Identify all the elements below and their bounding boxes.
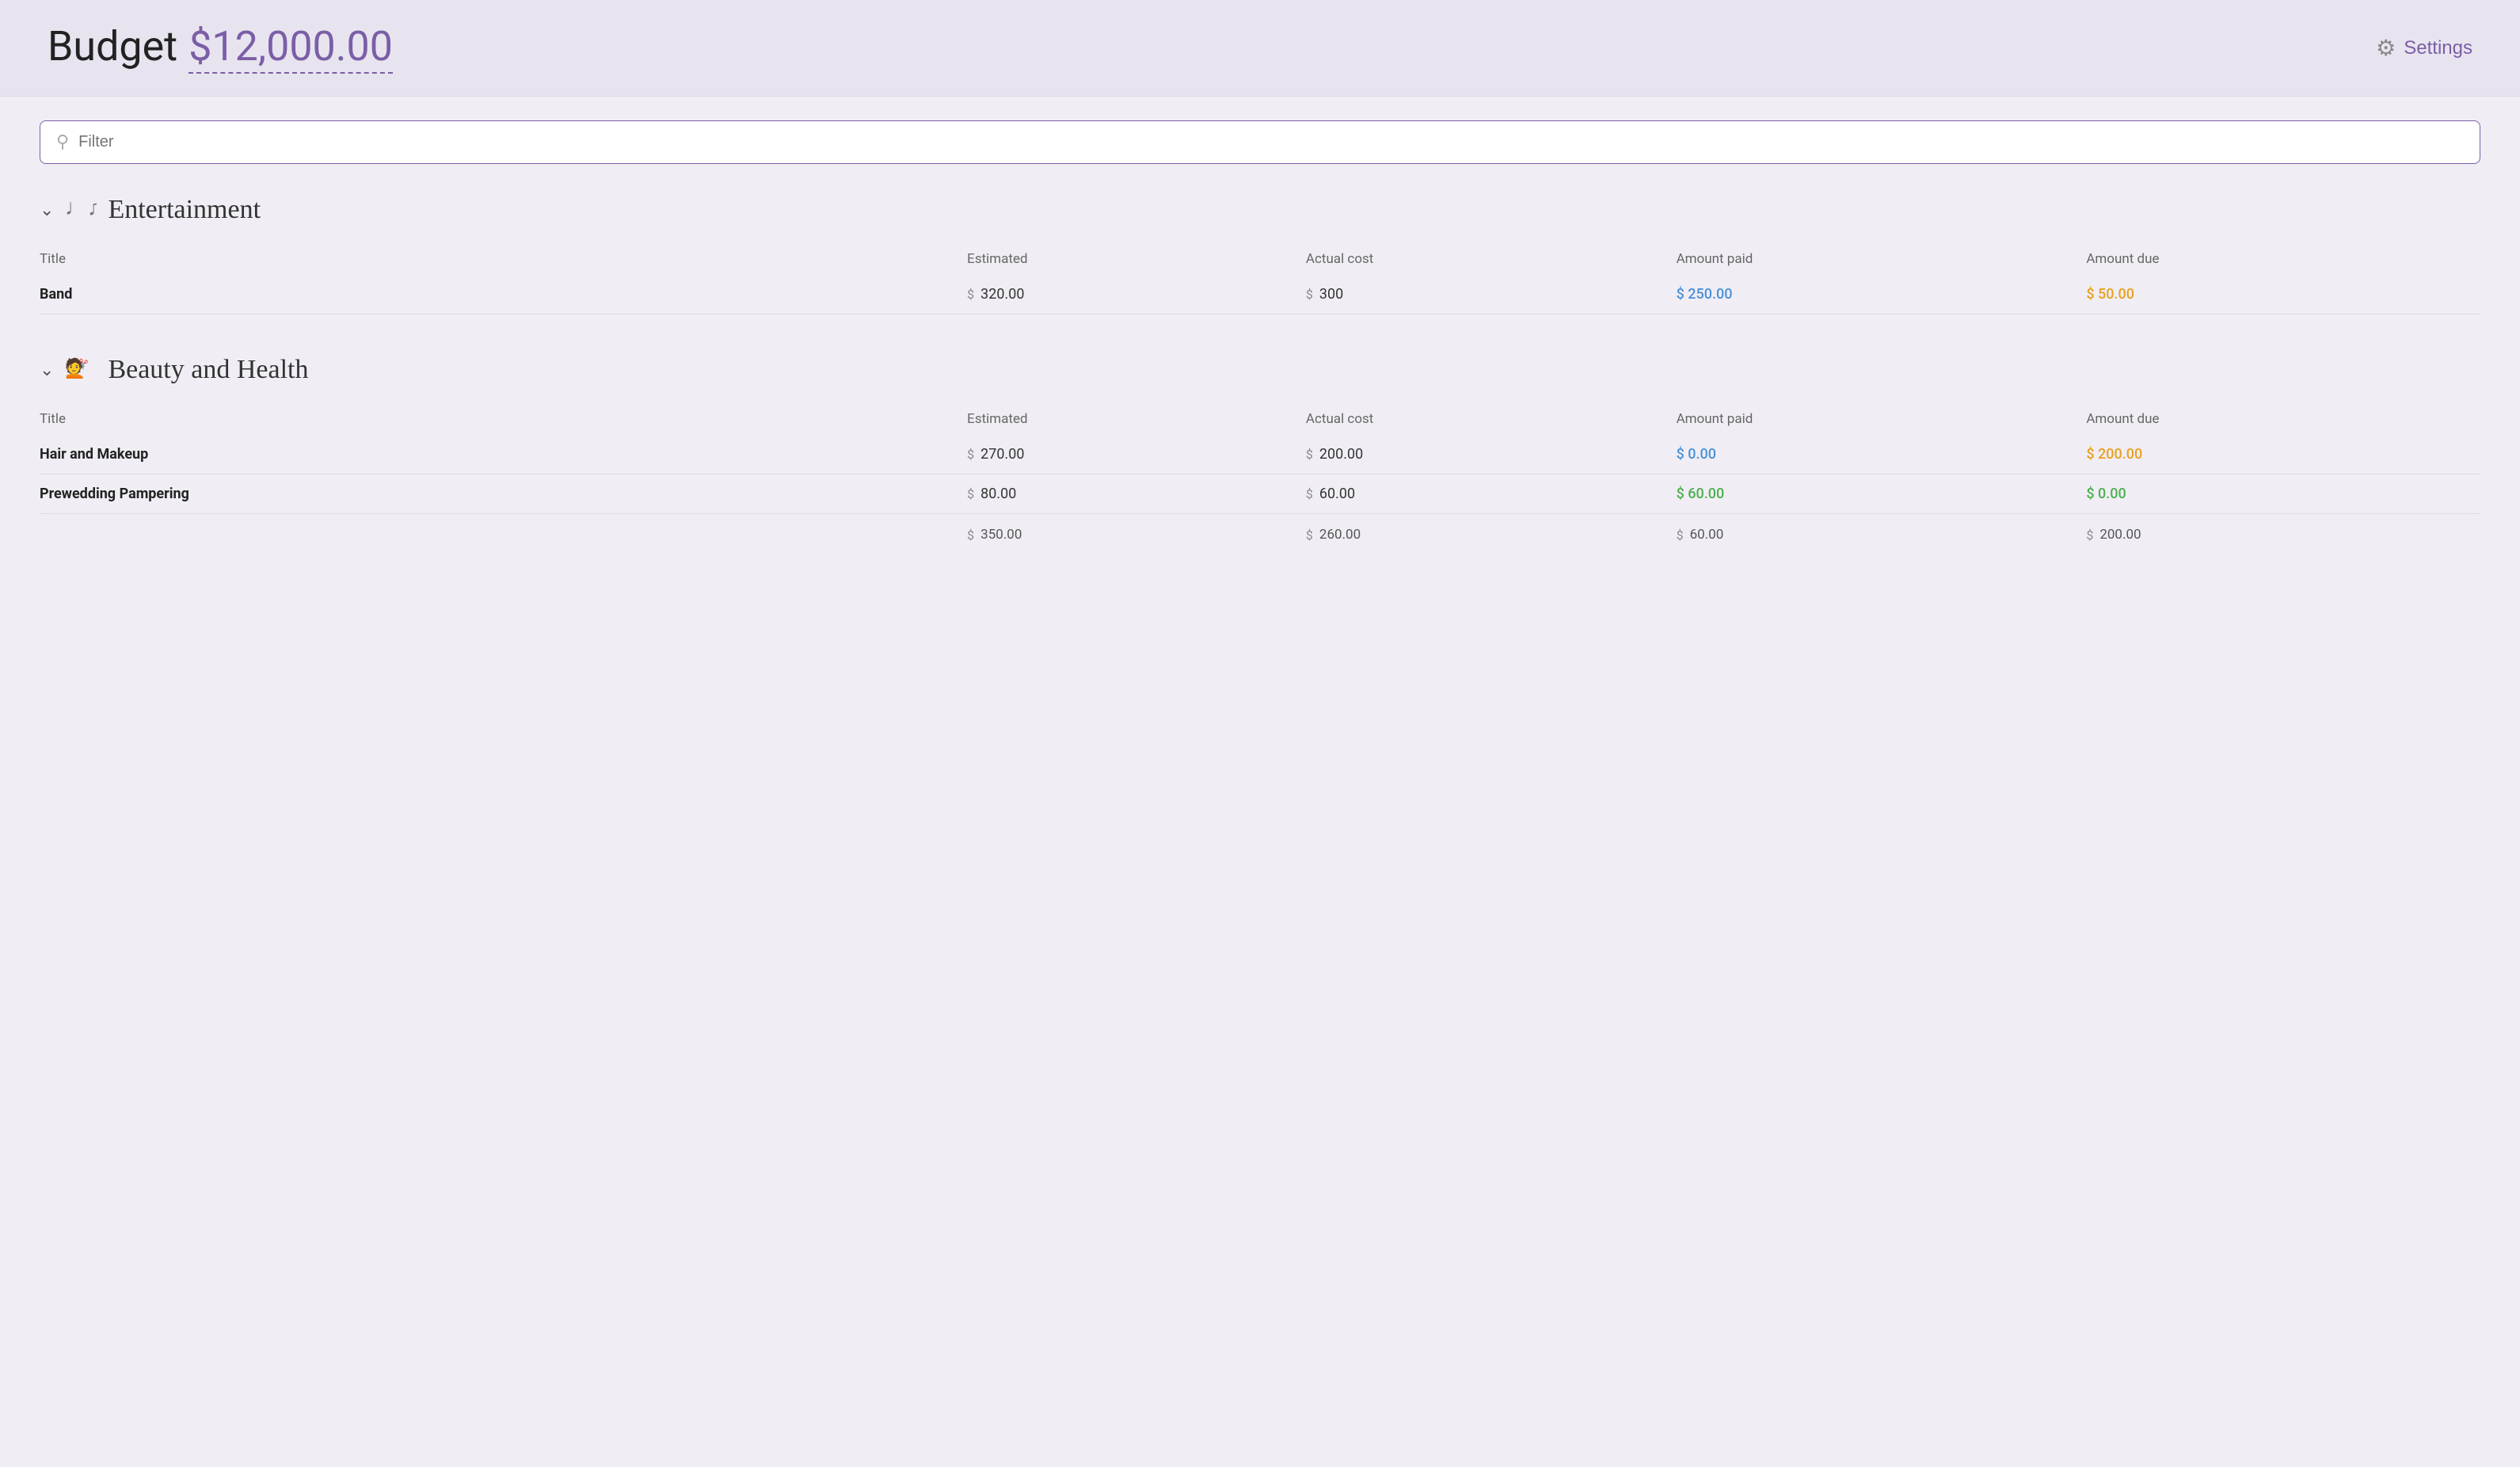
item-amount-paid: $ 250.00 <box>1677 275 2087 314</box>
col-amount-paid: Amount paid <box>1677 243 2087 275</box>
dollar-sign: $ <box>967 287 974 302</box>
item-amount-due: $ 200.00 <box>2086 435 2480 474</box>
item-estimated: $ 320.00 <box>967 275 1306 314</box>
gear-icon: ⚙ <box>2376 35 2396 61</box>
dollar-sign: $ <box>1677 528 1684 543</box>
main-content: ⚲ ⌄ ♩♫ Entertainment Title Estimated Act… <box>0 97 2520 615</box>
table-row: Band $ 320.00 $ 300 $ 250.00 $ 50.00 <box>40 275 2480 314</box>
chevron-down-icon[interactable]: ⌄ <box>40 360 54 380</box>
item-title: Hair and Makeup <box>40 435 967 474</box>
col-actual-cost: Actual cost <box>1306 403 1677 435</box>
col-amount-due: Amount due <box>2086 403 2480 435</box>
table-header-row: Title Estimated Actual cost Amount paid … <box>40 403 2480 435</box>
totals-paid: $ 60.00 <box>1677 514 2087 554</box>
col-title: Title <box>40 243 967 275</box>
category-header-entertainment: ⌄ ♩♫ Entertainment <box>40 192 2480 227</box>
header: Budget $12,000.00 ⚙ Settings <box>0 0 2520 97</box>
category-icon-beauty: 💇 <box>65 352 97 387</box>
svg-text:💇: 💇 <box>65 356 89 379</box>
dollar-sign: $ <box>967 528 974 543</box>
category-section-entertainment: ⌄ ♩♫ Entertainment Title Estimated Actua… <box>40 192 2480 314</box>
totals-actual: $ 260.00 <box>1306 514 1677 554</box>
totals-label <box>40 514 967 554</box>
item-amount-due: $ 0.00 <box>2086 474 2480 514</box>
col-estimated: Estimated <box>967 403 1306 435</box>
table-row: Prewedding Pampering $ 80.00 $ 60.00 $ 6… <box>40 474 2480 514</box>
budget-amount[interactable]: $12,000.00 <box>188 22 393 74</box>
item-actual-cost: $ 60.00 <box>1306 474 1677 514</box>
item-amount-due: $ 50.00 <box>2086 275 2480 314</box>
item-amount-paid: $ 0.00 <box>1677 435 2087 474</box>
budget-label: Budget <box>48 22 177 70</box>
col-title: Title <box>40 403 967 435</box>
item-actual-cost: $ 300 <box>1306 275 1677 314</box>
totals-row: $ 350.00 $ 260.00 $ 60.00 <box>40 514 2480 554</box>
totals-due: $ 200.00 <box>2086 514 2480 554</box>
item-estimated: $ 270.00 <box>967 435 1306 474</box>
categories-container: ⌄ ♩♫ Entertainment Title Estimated Actua… <box>40 192 2480 554</box>
category-title-beauty: Beauty and Health <box>108 355 308 385</box>
settings-button[interactable]: ⚙ Settings <box>2376 35 2472 61</box>
budget-table-beauty: Title Estimated Actual cost Amount paid … <box>40 403 2480 554</box>
budget-table-entertainment: Title Estimated Actual cost Amount paid … <box>40 243 2480 314</box>
category-header-beauty: ⌄ 💇 Beauty and Health <box>40 352 2480 387</box>
col-amount-due: Amount due <box>2086 243 2480 275</box>
table-row: Hair and Makeup $ 270.00 $ 200.00 $ 0.00… <box>40 435 2480 474</box>
budget-title: Budget $12,000.00 <box>48 22 393 74</box>
dollar-sign: $ <box>967 447 974 462</box>
dollar-sign: $ <box>1306 486 1313 501</box>
item-actual-cost: $ 200.00 <box>1306 435 1677 474</box>
dollar-sign: $ <box>1306 447 1313 462</box>
dollar-sign: $ <box>967 486 974 501</box>
svg-text:♩♫: ♩♫ <box>65 196 97 220</box>
item-estimated: $ 80.00 <box>967 474 1306 514</box>
col-actual-cost: Actual cost <box>1306 243 1677 275</box>
filter-input[interactable] <box>78 133 2464 151</box>
category-title-entertainment: Entertainment <box>108 195 261 225</box>
filter-bar: ⚲ <box>40 120 2480 164</box>
dollar-sign: $ <box>1306 287 1313 302</box>
item-amount-paid: $ 60.00 <box>1677 474 2087 514</box>
item-title: Prewedding Pampering <box>40 474 967 514</box>
dollar-sign: $ <box>1306 528 1313 543</box>
table-header-row: Title Estimated Actual cost Amount paid … <box>40 243 2480 275</box>
settings-label: Settings <box>2404 37 2472 59</box>
category-icon-entertainment: ♩♫ <box>65 192 97 227</box>
dollar-sign: $ <box>2086 528 2093 543</box>
col-amount-paid: Amount paid <box>1677 403 2087 435</box>
col-estimated: Estimated <box>967 243 1306 275</box>
item-title: Band <box>40 275 967 314</box>
chevron-down-icon[interactable]: ⌄ <box>40 200 54 220</box>
search-icon: ⚲ <box>56 132 69 152</box>
totals-estimated: $ 350.00 <box>967 514 1306 554</box>
category-section-beauty: ⌄ 💇 Beauty and Health Title Estimated Ac… <box>40 352 2480 554</box>
